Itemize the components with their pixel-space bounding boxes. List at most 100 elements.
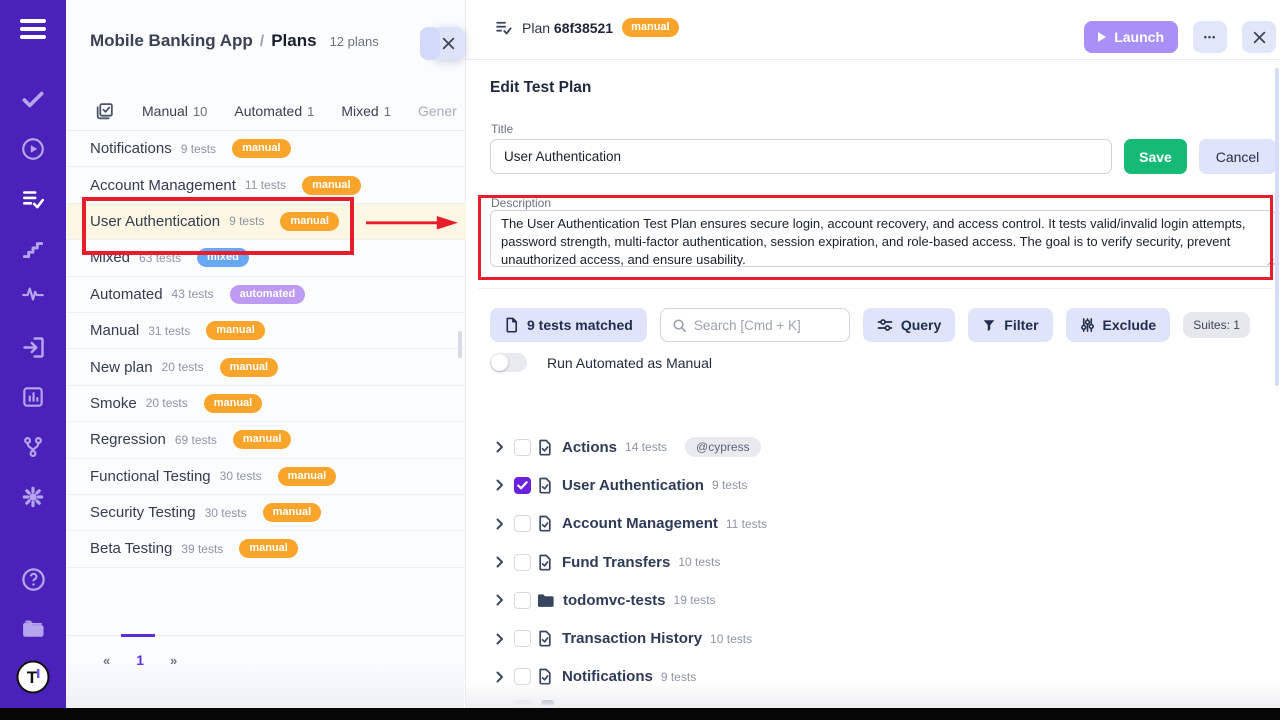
suite-list-item[interactable]: User Authentication 9 tests (490, 466, 1270, 504)
title-input[interactable] (490, 139, 1112, 174)
plan-name[interactable]: Functional Testing (90, 468, 211, 485)
steps-icon[interactable] (0, 236, 66, 262)
settings-gear-icon[interactable] (0, 484, 66, 510)
chevron-right-icon[interactable] (495, 479, 505, 491)
plan-list-item[interactable]: Notifications 9 tests manual (66, 131, 466, 167)
suite-checkbox[interactable] (514, 592, 531, 609)
plan-name[interactable]: Notifications (90, 140, 172, 157)
plan-name[interactable]: Beta Testing (90, 540, 172, 557)
plans-filter-tab[interactable]: Automated 1 (234, 103, 314, 119)
description-textarea[interactable]: The User Authentication Test Plan ensure… (490, 210, 1276, 267)
plan-name[interactable]: Account Management (90, 177, 236, 194)
suite-checkbox[interactable] (514, 630, 531, 647)
branches-icon[interactable] (0, 434, 66, 460)
breadcrumb-project[interactable]: Mobile Banking App (90, 31, 253, 51)
plan-name[interactable]: New plan (90, 359, 153, 376)
plan-list-item[interactable]: Security Testing 30 tests manual (66, 495, 466, 531)
suite-checkbox[interactable] (514, 515, 531, 532)
plan-name[interactable]: Automated (90, 286, 163, 303)
projects-folder-icon[interactable] (0, 614, 66, 642)
plan-name[interactable]: Manual (90, 322, 139, 339)
suite-list-item[interactable]: Fund Transfers 10 tests (490, 543, 1270, 581)
left-panel-scrollbar[interactable] (458, 331, 462, 358)
chevron-right-icon[interactable] (495, 633, 505, 645)
chevron-right-icon[interactable] (495, 518, 505, 530)
help-icon[interactable] (0, 566, 66, 593)
check-icon (517, 481, 528, 490)
save-button[interactable]: Save (1124, 139, 1187, 174)
suite-name[interactable]: Actions (562, 439, 617, 456)
plan-list-item[interactable]: Automated 43 tests automated (66, 277, 466, 313)
pagination-page-1[interactable]: 1 (136, 652, 144, 668)
suite-name[interactable]: Fund Transfers (562, 554, 670, 571)
chevron-right-icon[interactable] (495, 594, 505, 606)
run-automated-toggle[interactable] (490, 353, 527, 372)
pagination-prev-button[interactable]: « (103, 653, 110, 668)
runs-icon[interactable] (0, 136, 66, 162)
suite-name[interactable]: todomvc-tests (563, 592, 666, 609)
suite-name[interactable]: Transaction History (562, 630, 702, 647)
plan-badge: manual (278, 467, 337, 486)
suite-checkbox[interactable] (514, 554, 531, 571)
plan-badge: manual (232, 139, 291, 158)
plan-list-item[interactable]: Regression 69 tests manual (66, 422, 466, 458)
search-icon (672, 318, 687, 333)
pagination-next-button[interactable]: » (170, 653, 177, 668)
plan-list-item[interactable]: Smoke 20 tests manual (66, 386, 466, 422)
breadcrumb-page[interactable]: Plans (271, 31, 316, 51)
plan-list-item[interactable]: Manual 31 tests manual (66, 313, 466, 349)
query-button[interactable]: Query (863, 308, 955, 342)
suite-checkbox[interactable] (514, 439, 531, 456)
chevron-right-icon[interactable] (495, 671, 505, 683)
tab-label: Automated (234, 103, 302, 119)
suite-name[interactable]: Notifications (562, 668, 653, 685)
suite-name[interactable]: User Authentication (562, 477, 704, 494)
plans-filter-tab[interactable]: Gener (418, 103, 457, 119)
more-options-button[interactable]: ••• (1193, 21, 1227, 53)
plan-tests-count: 9 tests (229, 214, 264, 228)
suite-list-item[interactable]: Account Management 11 tests (490, 505, 1270, 543)
breadcrumb-separator: / (260, 33, 264, 51)
filter-button[interactable]: Filter (968, 308, 1052, 342)
pulse-icon[interactable] (0, 281, 66, 307)
plan-name[interactable]: User Authentication (90, 213, 220, 230)
plan-list-item[interactable]: User Authentication 9 tests manual (66, 204, 466, 240)
plan-name[interactable]: Smoke (90, 395, 137, 412)
suite-list-item[interactable]: todomvc-tests 19 tests (490, 581, 1270, 619)
suite-list-item[interactable]: Actions 14 tests @cypress (490, 428, 1270, 466)
detail-close-button[interactable] (1242, 21, 1276, 53)
panel-close-button[interactable] (432, 27, 465, 60)
tab-label: Gener (418, 103, 457, 119)
search-input[interactable] (694, 318, 838, 333)
select-all-icon[interactable] (94, 101, 115, 122)
launch-button[interactable]: Launch (1084, 21, 1178, 53)
cancel-button[interactable]: Cancel (1199, 139, 1276, 174)
plans-filter-tab[interactable]: Manual 10 (142, 103, 207, 119)
suite-checkbox[interactable] (514, 668, 531, 685)
plan-list-item[interactable]: Beta Testing 39 tests manual (66, 531, 466, 567)
right-panel-scrollbar[interactable] (1275, 68, 1279, 386)
import-icon[interactable] (0, 334, 66, 361)
plan-list-item[interactable]: Functional Testing 30 tests manual (66, 459, 466, 495)
analytics-icon[interactable] (0, 384, 66, 410)
plan-list-item[interactable]: New plan 20 tests manual (66, 349, 466, 385)
tests-matched-button[interactable]: 9 tests matched (490, 308, 647, 342)
suite-list-item[interactable]: Transaction History 10 tests (490, 619, 1270, 657)
exclude-button[interactable]: Exclude (1066, 308, 1171, 342)
plan-name[interactable]: Regression (90, 431, 166, 448)
plan-badge: manual (206, 321, 265, 340)
tests-icon[interactable] (0, 86, 66, 112)
plan-name[interactable]: Security Testing (90, 504, 196, 521)
suite-checkbox[interactable] (514, 477, 531, 494)
suite-list-item[interactable]: Notifications 9 tests (490, 658, 1270, 696)
suite-name[interactable]: Account Management (562, 515, 718, 532)
testomat-logo[interactable]: T (0, 660, 66, 694)
main-sidebar: T (0, 0, 66, 708)
chevron-right-icon[interactable] (495, 441, 505, 453)
plans-icon[interactable] (0, 186, 66, 212)
file-check-icon (537, 668, 553, 685)
menu-icon[interactable] (0, 14, 66, 44)
plans-filter-tab[interactable]: Mixed 1 (341, 103, 391, 119)
chevron-right-icon[interactable] (495, 556, 505, 568)
plans-filter-tabs: Manual 10 Automated 1 Mixed 1 Gener (66, 92, 466, 131)
